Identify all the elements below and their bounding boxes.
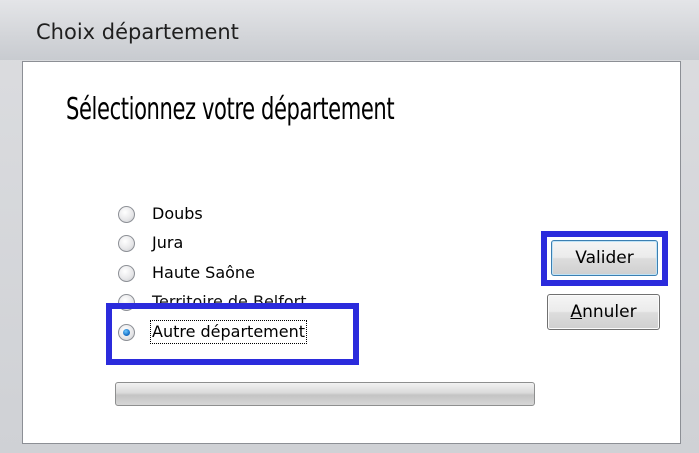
validate-button[interactable]: Valider xyxy=(551,240,658,276)
radio-option-haute-saone[interactable]: Haute Saône xyxy=(118,263,255,283)
cancel-button-label: Annuler xyxy=(570,302,637,322)
radio-option-jura[interactable]: Jura xyxy=(118,233,183,253)
progress-bar xyxy=(115,382,535,406)
cancel-button[interactable]: Annuler xyxy=(547,294,660,330)
validate-button-label: Valider xyxy=(575,248,634,268)
radio-button[interactable] xyxy=(118,293,135,311)
radio-option-autre-departement[interactable]: Autre département xyxy=(118,320,308,344)
radio-label: Territoire de Belfort xyxy=(152,292,307,311)
window-title: Choix département xyxy=(36,20,239,44)
dialog-window: Choix département Sélectionnez votre dép… xyxy=(0,0,699,453)
radio-button[interactable] xyxy=(118,264,135,282)
radio-option-territoire-de-belfort[interactable]: Territoire de Belfort xyxy=(118,292,307,312)
radio-label: Jura xyxy=(152,233,184,252)
radio-label: Autre département xyxy=(149,320,308,344)
radio-button[interactable] xyxy=(118,234,135,252)
radio-option-doubs[interactable]: Doubs xyxy=(118,204,203,224)
radio-button[interactable] xyxy=(118,205,135,223)
dialog-heading: Sélectionnez votre département xyxy=(66,92,395,127)
radio-label: Haute Saône xyxy=(152,263,255,282)
radio-label: Doubs xyxy=(152,204,203,223)
radio-button-selected[interactable] xyxy=(118,323,135,341)
title-bar[interactable]: Choix département xyxy=(0,0,699,60)
